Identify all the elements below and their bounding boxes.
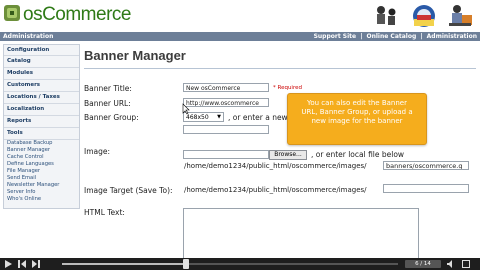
skip-icon[interactable] <box>32 260 40 268</box>
new-banner-group-input[interactable] <box>183 125 269 134</box>
divider <box>4 55 79 56</box>
progress-fill <box>62 263 187 265</box>
mouse-cursor-icon <box>182 103 190 115</box>
divider <box>4 67 79 68</box>
banner-url-label: Banner URL: <box>84 99 131 108</box>
play-icon[interactable] <box>4 260 12 268</box>
sidebar-item-localization[interactable]: Localization <box>7 106 44 112</box>
page-title: Banner Manager <box>84 48 186 63</box>
video-player-bar: 6 / 14 <box>0 258 480 270</box>
rewind-icon[interactable] <box>18 260 26 268</box>
progress-handle[interactable] <box>183 259 190 269</box>
image-target-label: Image Target (Save To): <box>84 186 173 195</box>
tools-link-whos-online[interactable]: Who's Online <box>7 196 41 203</box>
banner-title-input[interactable]: New osCommerce <box>183 83 269 92</box>
divider <box>4 91 79 92</box>
html-text-textarea[interactable] <box>183 208 419 262</box>
sidebar-item-tools[interactable]: Tools <box>7 130 23 136</box>
browse-button[interactable]: Browse... <box>269 150 307 160</box>
divider <box>4 115 79 116</box>
support-site-link[interactable]: Support Site <box>314 33 357 40</box>
required-note: * Required <box>273 85 302 91</box>
tools-icon[interactable] <box>446 3 474 29</box>
nav-separator: | <box>360 33 363 40</box>
divider <box>4 103 79 104</box>
image-target-input[interactable] <box>383 184 469 193</box>
sidebar-item-locations-taxes[interactable]: Locations / Taxes <box>7 94 60 100</box>
image-base-path: /home/demo1234/public_html/oscommerce/im… <box>184 162 367 170</box>
chevron-down-icon: ▼ <box>217 114 221 120</box>
orders-icon[interactable] <box>410 3 438 29</box>
navbar-title: Administration <box>3 33 54 40</box>
progress-track[interactable] <box>62 263 398 265</box>
title-divider <box>84 68 476 69</box>
sidebar-item-catalog[interactable]: Catalog <box>7 58 31 64</box>
fullscreen-icon[interactable] <box>462 260 470 268</box>
administration-link[interactable]: Administration <box>427 33 477 40</box>
banner-group-value: 468x50 <box>186 114 209 121</box>
oscommerce-logo-icon <box>4 5 20 21</box>
divider <box>4 79 79 80</box>
banner-title-label: Banner Title: <box>84 84 132 93</box>
top-navbar: Administration Support Site | Online Cat… <box>0 32 480 41</box>
logo-text: osCommerce <box>23 4 131 25</box>
navbar-links: Support Site | Online Catalog | Administ… <box>312 32 477 41</box>
or-enter-new-text: , or enter a new <box>228 113 288 122</box>
sidebar-item-reports[interactable]: Reports <box>7 118 31 124</box>
divider <box>4 127 79 128</box>
online-catalog-link[interactable]: Online Catalog <box>367 33 417 40</box>
sidebar-item-modules[interactable]: Modules <box>7 70 33 76</box>
volume-icon[interactable] <box>447 260 455 268</box>
slide-counter: 6 / 14 <box>405 260 441 268</box>
image-target-base-path: /home/demo1234/public_html/oscommerce/im… <box>184 186 367 194</box>
customers-icon[interactable] <box>372 3 400 29</box>
image-label: Image: <box>84 147 111 156</box>
sidebar-item-customers[interactable]: Customers <box>7 82 40 88</box>
app-header: osCommerce <box>0 0 480 33</box>
sidebar-item-configuration[interactable]: Configuration <box>7 47 49 53</box>
banner-url-input[interactable]: http://www.oscommerce <box>183 98 269 107</box>
or-enter-local-text: , or enter local file below <box>311 150 405 159</box>
nav-separator: | <box>420 33 423 40</box>
banner-group-label: Banner Group: <box>84 113 139 122</box>
html-text-label: HTML Text: <box>84 208 125 217</box>
sidebar: Configuration Catalog Modules Customers … <box>3 44 80 209</box>
image-local-path-input[interactable]: banners/oscommerce.g <box>383 161 469 170</box>
tutorial-tooltip: You can also edit the Banner URL, Banner… <box>287 93 427 145</box>
image-file-input[interactable] <box>183 150 269 159</box>
